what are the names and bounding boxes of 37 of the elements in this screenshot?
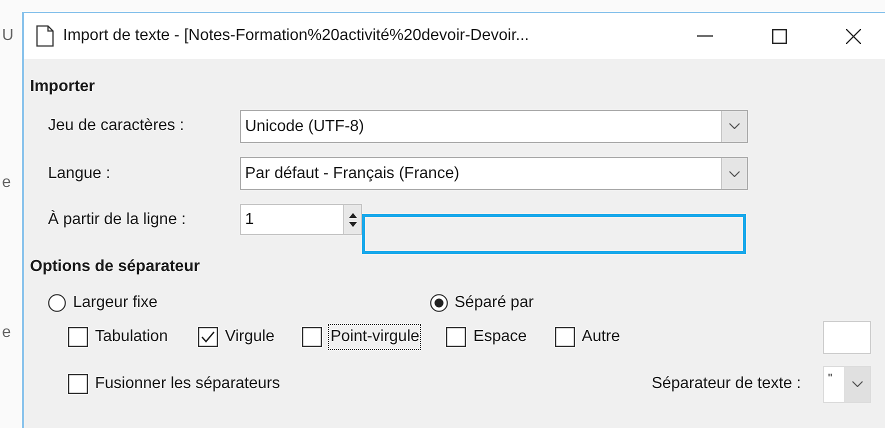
section-heading: Importer xyxy=(30,77,95,97)
checkbox-label: Fusionner les séparateurs xyxy=(95,374,280,394)
checkbox[interactable] xyxy=(68,327,88,347)
field-label: À partir de la ligne : xyxy=(48,209,187,230)
checkbox[interactable] xyxy=(68,374,88,394)
background-text: U xyxy=(2,26,14,46)
field-label: Langue : xyxy=(48,164,112,184)
checkbox-label: Tabulation xyxy=(95,327,168,347)
checkbox[interactable] xyxy=(198,327,218,347)
checkbox-label: Point-virgule xyxy=(329,325,420,349)
radio-option[interactable]: Séparé par xyxy=(430,291,534,315)
dropdown[interactable]: Par défaut - Français (France) xyxy=(240,157,748,190)
checkbox-label: Virgule xyxy=(224,327,274,347)
field-label: Séparateur de texte : xyxy=(652,374,801,394)
background-text: e xyxy=(2,173,11,193)
spin-field[interactable]: 1 xyxy=(240,204,362,235)
section-heading: Options de séparateur xyxy=(30,257,200,277)
spin-arrows-icon xyxy=(348,212,356,228)
window-title: Import de texte - [Notes-Formation%20activité%20devoir-Devoir... xyxy=(63,26,529,46)
field-label: Jeu de caractères : xyxy=(48,116,186,136)
checkbox[interactable] xyxy=(446,327,466,347)
checkbox[interactable] xyxy=(554,327,575,347)
chevron-down-icon xyxy=(729,123,740,129)
input-field[interactable] xyxy=(823,320,871,354)
close-icon xyxy=(846,28,860,44)
checkbox[interactable] xyxy=(302,327,322,347)
document-icon xyxy=(36,25,54,47)
background-text: e xyxy=(2,323,11,343)
checkbox-label: Autre xyxy=(582,327,620,347)
chevron-down-icon xyxy=(852,381,862,387)
dropdown[interactable]: " xyxy=(823,366,871,402)
checkbox-label: Espace xyxy=(473,327,527,347)
maximize-icon xyxy=(772,28,786,44)
chevron-down-icon xyxy=(729,170,740,176)
minimize-icon xyxy=(697,35,713,37)
dropdown[interactable]: Unicode (UTF-8) xyxy=(240,110,748,142)
radio-option[interactable]: Largeur fixe xyxy=(48,291,158,315)
